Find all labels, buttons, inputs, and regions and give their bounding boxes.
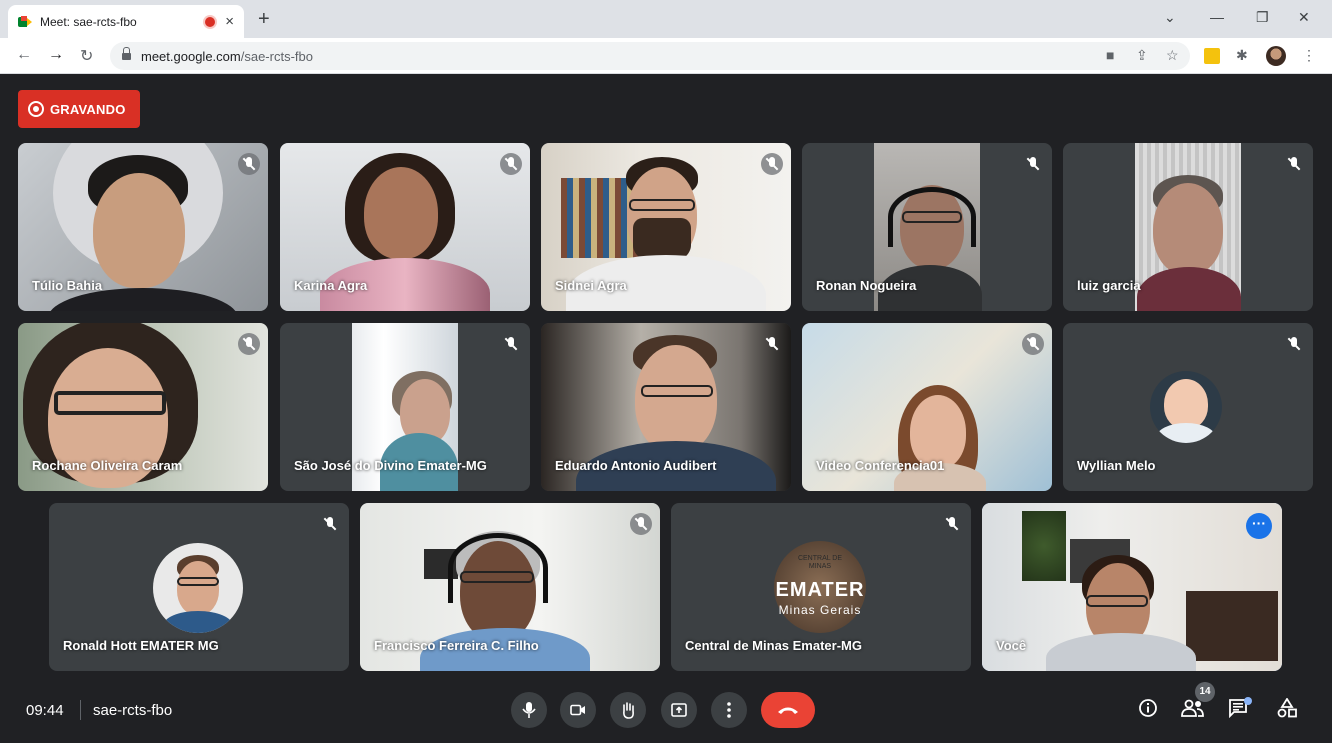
bookmark-star-icon[interactable]: ☆ <box>1166 47 1179 64</box>
participant-name: Wyllian Melo <box>1077 458 1156 473</box>
reload-button[interactable]: ↻ <box>80 46 93 66</box>
leave-call-button[interactable] <box>761 692 815 728</box>
emater-logo: CENTRAL DE MINAS EMATER Minas Gerais <box>774 541 866 633</box>
muted-mic-icon <box>238 153 260 175</box>
extension-icon[interactable] <box>1204 48 1220 64</box>
emater-logo-top: CENTRAL DE <box>797 555 843 562</box>
participant-avatar <box>153 543 243 633</box>
participant-tile[interactable]: São José do Divino Emater-MG <box>280 323 530 491</box>
participant-name: Eduardo Antonio Audibert <box>555 458 717 473</box>
muted-mic-icon <box>1283 333 1305 355</box>
participant-name: Rochane Oliveira Caram <box>32 458 183 473</box>
participant-name: Video Conferencia01 <box>816 458 945 473</box>
extensions-puzzle-icon[interactable]: ✱ <box>1236 47 1248 64</box>
muted-mic-icon <box>761 333 783 355</box>
meet-favicon-icon <box>18 15 32 28</box>
meeting-code: sae-rcts-fbo <box>93 702 173 719</box>
muted-mic-icon <box>500 153 522 175</box>
more-vert-icon <box>727 702 731 718</box>
more-options-menu-button[interactable] <box>711 692 747 728</box>
participant-tile[interactable]: Ronald Hott EMATER MG <box>49 503 349 671</box>
participant-name: São José do Divino Emater-MG <box>294 458 487 473</box>
emater-logo-top2: MINAS <box>808 563 832 570</box>
tab-title: Meet: sae-rcts-fbo <box>40 14 137 29</box>
participant-tile[interactable]: Wyllian Melo <box>1063 323 1313 491</box>
meeting-details-icon[interactable] <box>1138 698 1158 718</box>
muted-mic-icon <box>238 333 260 355</box>
chat-notification-dot <box>1244 697 1252 705</box>
divider <box>80 700 81 720</box>
participant-tile[interactable]: luiz garcia <box>1063 143 1313 311</box>
self-view-tile[interactable]: ··· Você <box>982 503 1282 671</box>
recording-indicator-icon <box>205 16 216 27</box>
muted-mic-icon <box>319 513 341 535</box>
muted-mic-icon <box>630 513 652 535</box>
camera-icon <box>570 704 585 716</box>
participant-name: Você <box>996 638 1027 653</box>
muted-mic-icon <box>500 333 522 355</box>
participant-tile[interactable]: Karina Agra <box>280 143 530 311</box>
microphone-icon <box>522 702 536 718</box>
emater-logo-sub: Minas Gerais <box>778 603 862 617</box>
share-icon[interactable]: ⇪ <box>1136 47 1148 64</box>
url-path: /sae-rcts-fbo <box>240 48 313 64</box>
restore-button[interactable]: ❐ <box>1256 9 1269 26</box>
camera-in-use-icon[interactable]: ■ <box>1106 47 1114 63</box>
participant-tile[interactable]: Eduardo Antonio Audibert <box>541 323 791 491</box>
back-button[interactable]: ← <box>16 46 32 64</box>
window-close-button[interactable]: ✕ <box>1298 9 1310 26</box>
profile-avatar[interactable] <box>1266 46 1286 66</box>
muted-mic-icon <box>1022 333 1044 355</box>
participant-count-badge: 14 <box>1195 682 1215 702</box>
lock-icon <box>122 47 131 61</box>
participant-name: Karina Agra <box>294 278 368 293</box>
participant-tile[interactable]: Ronan Nogueira <box>802 143 1052 311</box>
new-tab-button[interactable]: + <box>258 8 270 31</box>
present-screen-icon <box>671 703 687 717</box>
participant-tile[interactable]: Túlio Bahia <box>18 143 268 311</box>
present-screen-button[interactable] <box>661 692 697 728</box>
browser-tab-strip: Meet: sae-rcts-fbo × + ⌄ — ❐ ✕ <box>0 0 1332 38</box>
participant-tile[interactable]: Sidnei Agra <box>541 143 791 311</box>
emater-logo-brand: EMATER <box>775 579 865 601</box>
participant-tile[interactable]: CENTRAL DE MINAS EMATER Minas Gerais Cen… <box>671 503 971 671</box>
browser-toolbar: ← → ↻ meet.google.com/sae-rcts-fbo ■ ⇪ ☆… <box>0 38 1332 74</box>
record-icon <box>28 101 44 117</box>
meeting-time: 09:44 <box>26 702 64 719</box>
participant-tile[interactable]: Video Conferencia01 <box>802 323 1052 491</box>
minimize-button[interactable]: — <box>1210 9 1224 25</box>
tab-close-icon[interactable]: × <box>225 13 234 30</box>
muted-mic-icon <box>761 153 783 175</box>
activities-icon[interactable] <box>1276 698 1298 718</box>
camera-button[interactable] <box>560 692 596 728</box>
participant-name: Ronan Nogueira <box>816 278 917 293</box>
tab-search-icon[interactable]: ⌄ <box>1164 9 1176 26</box>
recording-badge: GRAVANDO <box>18 90 140 128</box>
raise-hand-icon <box>623 702 634 719</box>
participant-name: Ronald Hott EMATER MG <box>63 638 219 653</box>
hang-up-icon <box>778 707 798 714</box>
raise-hand-button[interactable] <box>610 692 646 728</box>
muted-mic-icon <box>1022 153 1044 175</box>
participant-avatar <box>1150 371 1222 443</box>
browser-menu-icon[interactable]: ⋮ <box>1302 47 1316 64</box>
forward-button[interactable]: → <box>48 46 64 64</box>
address-bar[interactable]: meet.google.com/sae-rcts-fbo <box>110 42 1190 70</box>
participant-name: Francisco Ferreira C. Filho <box>374 638 539 653</box>
participant-tile[interactable]: Francisco Ferreira C. Filho <box>360 503 660 671</box>
participant-tile[interactable]: Rochane Oliveira Caram <box>18 323 268 491</box>
url-host: meet.google.com <box>141 48 241 64</box>
participant-name: luiz garcia <box>1077 278 1141 293</box>
participant-name: Sidnei Agra <box>555 278 627 293</box>
participant-name: Túlio Bahia <box>32 278 103 293</box>
muted-mic-icon <box>1283 153 1305 175</box>
participant-name: Central de Minas Emater-MG <box>685 638 862 653</box>
more-options-button[interactable]: ··· <box>1246 513 1272 539</box>
microphone-button[interactable] <box>511 692 547 728</box>
recording-label: GRAVANDO <box>50 101 126 117</box>
muted-mic-icon <box>941 513 963 535</box>
browser-tab[interactable]: Meet: sae-rcts-fbo × <box>8 5 244 38</box>
